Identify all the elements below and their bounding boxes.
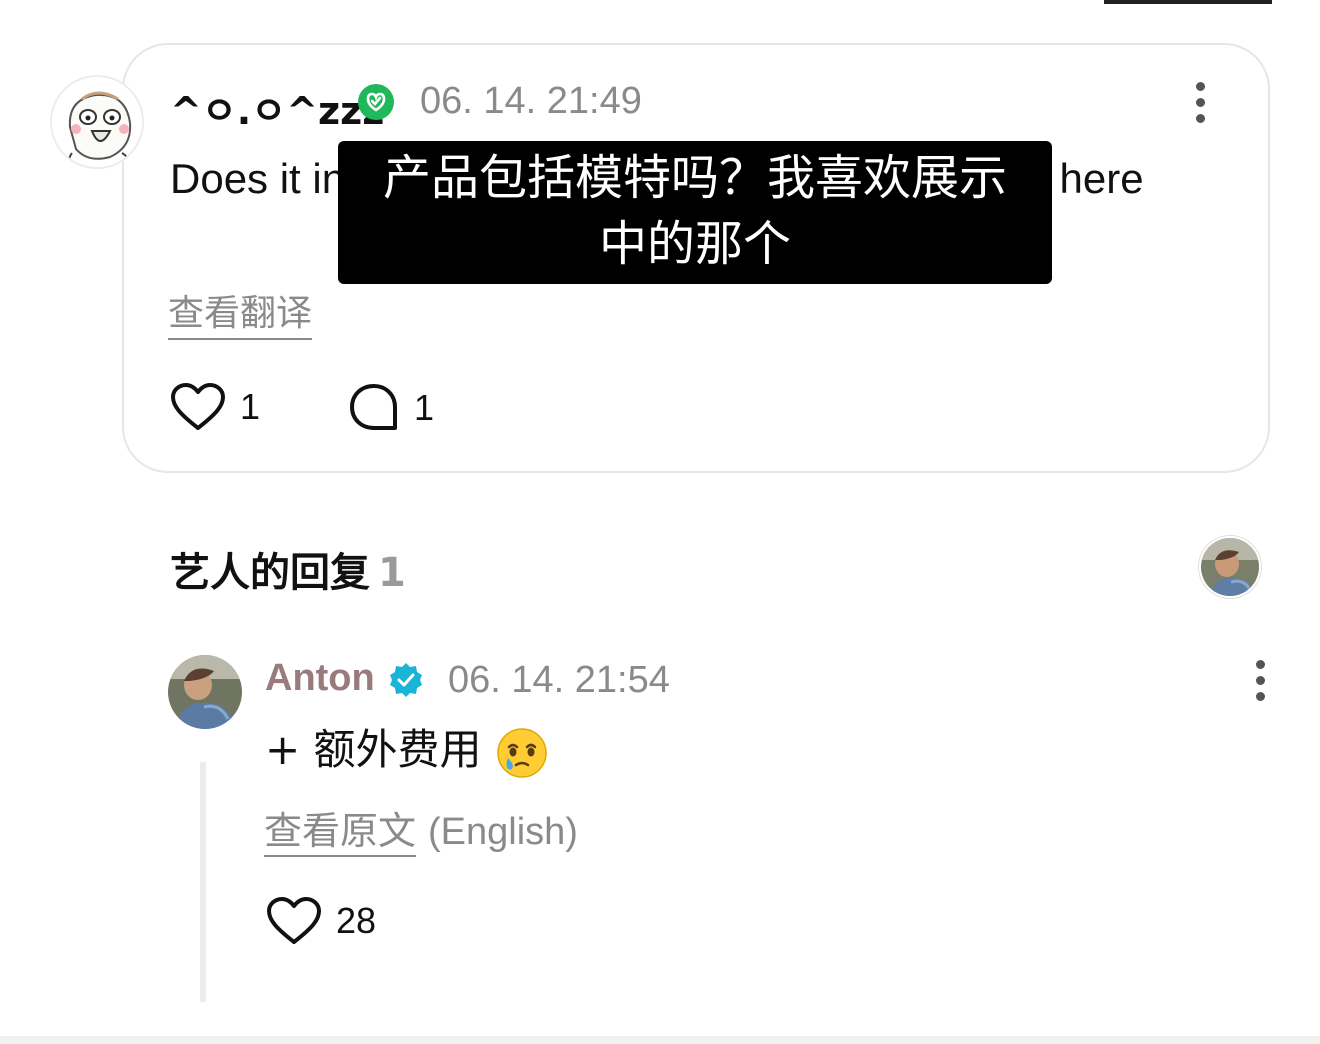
comment-reply-button[interactable]: 1 — [348, 382, 434, 434]
cartoon-avatar-icon — [52, 77, 142, 167]
comment-like-count: 1 — [240, 386, 261, 427]
translation-overlay: 产品包括模特吗？我喜欢展示 中的那个 — [338, 141, 1052, 284]
artist-photo-icon — [1201, 538, 1259, 596]
reply-thread-line — [200, 762, 206, 1002]
reply-text-content: + 额外费用 — [265, 725, 482, 774]
verified-badge-icon — [358, 84, 394, 120]
more-vertical-icon[interactable] — [1192, 82, 1208, 126]
artist-reply-count: 1 — [378, 550, 406, 596]
reply-timestamp: 06. 14. 21:54 — [448, 659, 670, 701]
verified-badge-icon — [390, 663, 422, 697]
overlay-line-1: 产品包括模特吗？我喜欢展示 — [382, 150, 1007, 206]
bottom-divider — [0, 1036, 1320, 1044]
view-original-link[interactable]: 查看原文 (English) — [264, 800, 578, 857]
artist-photo-icon — [168, 655, 242, 729]
artist-small-avatar[interactable] — [1199, 536, 1261, 598]
artist-reply-heading: 艺人的回复 1 — [170, 540, 406, 598]
original-language: (English) — [428, 811, 578, 853]
comment-bubble-icon — [350, 384, 397, 430]
overlay-line-2: 中的那个 — [598, 216, 791, 272]
view-translation-link[interactable]: 查看翻译 — [168, 284, 313, 340]
comment-reply-count: 1 — [414, 387, 435, 428]
artist-reply-title: 艺人的回复 — [170, 550, 370, 596]
more-vertical-icon[interactable] — [1252, 660, 1268, 704]
reply-like-count: 28 — [336, 900, 377, 941]
comment-like-button[interactable]: 1 — [170, 382, 260, 432]
reply-text: + 额外费用 — [265, 720, 548, 780]
top-divider — [1104, 0, 1272, 4]
comment-timestamp: 06. 14. 21:49 — [420, 80, 642, 122]
artist-avatar[interactable] — [168, 655, 242, 729]
face-holding-back-tears-icon — [496, 727, 547, 778]
comment-username[interactable]: ^ㅇ.ㅇ^zzz — [170, 80, 384, 135]
heart-icon — [171, 383, 225, 430]
heart-icon — [267, 897, 321, 944]
reply-like-button[interactable]: 28 — [266, 896, 376, 946]
artist-name[interactable]: Anton — [265, 657, 375, 700]
user-avatar[interactable] — [50, 75, 144, 169]
view-original-label[interactable]: 查看原文 — [264, 809, 417, 857]
